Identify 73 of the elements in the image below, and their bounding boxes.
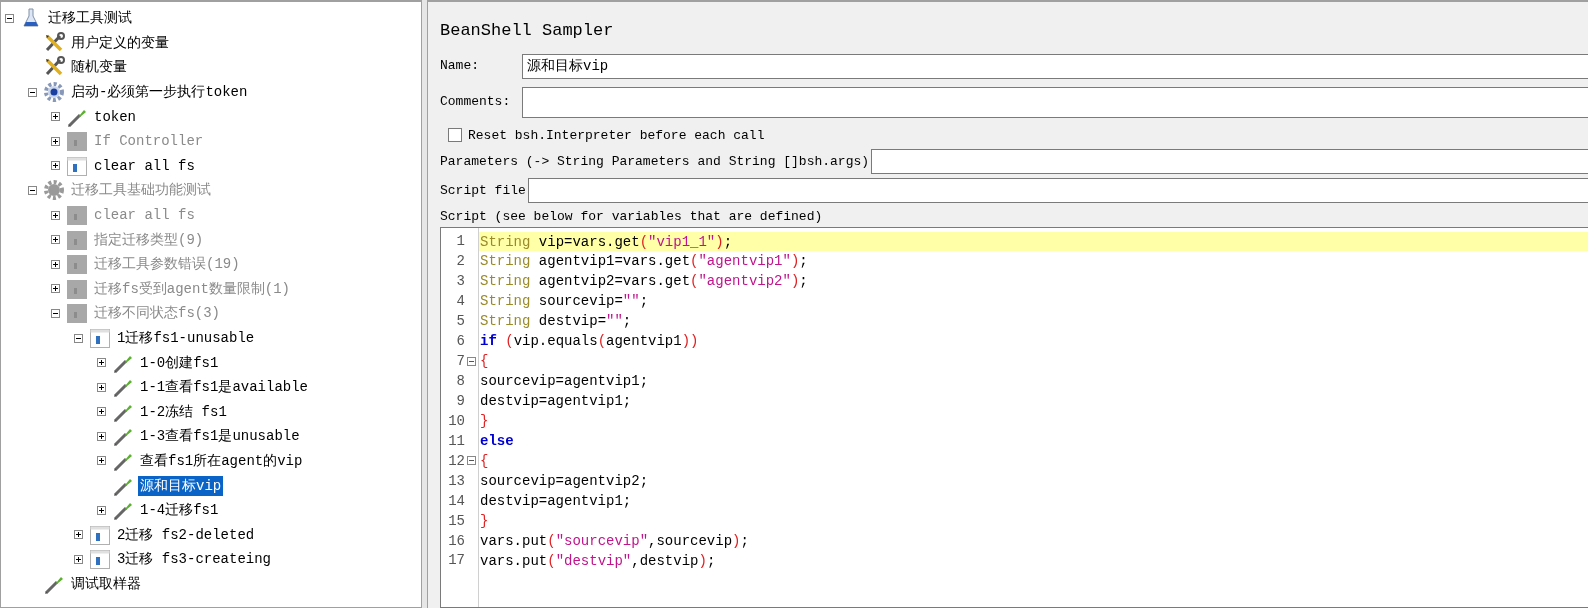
field-label: Name:	[440, 57, 480, 76]
tree-item[interactable]: 启动-必须第一步执行token	[69, 82, 250, 103]
line-number: 14	[448, 491, 465, 511]
fold-toggle[interactable]	[467, 456, 476, 466]
tree-item[interactable]: token	[92, 106, 138, 127]
code-line: String agentvip1=vars.get("agentvip1");	[479, 252, 809, 272]
field-label: Comments:	[440, 93, 512, 112]
line-number: 17	[448, 551, 465, 571]
script-file-field[interactable]	[527, 178, 1588, 203]
flask-icon	[20, 7, 42, 30]
line-number: 2	[456, 252, 465, 272]
line-number: 1	[456, 232, 465, 252]
collapse-toggle[interactable]	[5, 13, 14, 23]
disabled-controller-icon	[66, 253, 88, 276]
disabled-controller-icon	[66, 277, 88, 300]
panel-title: BeanShell Sampler	[440, 20, 615, 42]
gear-icon	[43, 179, 65, 202]
line-number: 6	[456, 332, 465, 352]
line-number: 3	[456, 272, 465, 292]
line-number: 8	[456, 372, 465, 392]
collapse-toggle[interactable]	[28, 87, 37, 97]
code-line: else	[479, 431, 515, 451]
tree-item[interactable]: 迁移工具测试	[46, 8, 134, 29]
code-line: destvip=agentvip1;	[479, 491, 633, 511]
controller-icon	[89, 327, 111, 349]
code-line: }	[479, 411, 490, 431]
parameters-field[interactable]	[871, 149, 1588, 174]
code-line: vars.put("destvip",destvip);	[479, 551, 717, 571]
controller-icon	[89, 548, 111, 571]
code-line: destvip=agentvip1;	[479, 392, 633, 411]
code-line: }	[479, 511, 490, 531]
code-line: String destvip="";	[479, 312, 633, 332]
fold-toggle[interactable]	[467, 356, 476, 366]
script-editor[interactable]	[440, 226, 1588, 608]
code-line: if (vip.equals(agentvip1))	[479, 332, 700, 352]
code-line: String sourcevip="";	[479, 292, 650, 312]
code-line: {	[479, 352, 490, 372]
line-number: 15	[448, 511, 465, 531]
line-number: 7	[456, 352, 465, 372]
line-number: 4	[456, 292, 465, 312]
code-line: sourcevip=agentvip2;	[479, 471, 650, 491]
code-line: sourcevip=agentvip1;	[479, 372, 650, 391]
gear-icon	[43, 81, 65, 104]
line-number: 16	[448, 531, 465, 551]
disabled-controller-icon	[66, 302, 88, 325]
tree-item[interactable]: 用户定义的变量	[69, 32, 171, 53]
code-line: vars.put("sourcevip",sourcevip);	[479, 531, 750, 551]
controller-icon	[89, 523, 111, 546]
disabled-controller-icon	[66, 204, 88, 227]
tools-icon	[43, 31, 65, 54]
expand-toggle[interactable]	[51, 161, 60, 171]
line-number: 5	[456, 312, 465, 332]
code-line: String agentvip2=vars.get("agentvip2");	[479, 272, 809, 292]
code-line: {	[479, 451, 490, 471]
name-field[interactable]: 源和目标vip	[522, 53, 1588, 79]
expand-toggle[interactable]	[51, 112, 60, 122]
line-number: 10	[448, 411, 465, 431]
line-number: 11	[448, 431, 465, 451]
tree-item[interactable]: clear all fs	[92, 155, 197, 176]
controller-icon	[66, 154, 88, 177]
field-label: Parameters (-> String Parameters and String []bsh.args)	[440, 152, 870, 171]
checkbox-label: Reset bsh.Interpreter before each call	[468, 126, 765, 145]
disabled-controller-icon	[66, 228, 88, 251]
script-label: Script (see below for variables that are defined)	[440, 208, 824, 226]
tree-item[interactable]: 调试取样器	[69, 573, 143, 594]
field-label: Script file	[440, 181, 526, 200]
line-number: 13	[448, 471, 465, 491]
line-number: 12	[448, 451, 465, 471]
line-number: 9	[456, 391, 465, 411]
disabled-controller-icon	[66, 130, 88, 153]
comments-field[interactable]	[522, 86, 1588, 118]
checkbox[interactable]	[448, 128, 462, 143]
tree-item[interactable]: 随机变量	[69, 57, 129, 78]
